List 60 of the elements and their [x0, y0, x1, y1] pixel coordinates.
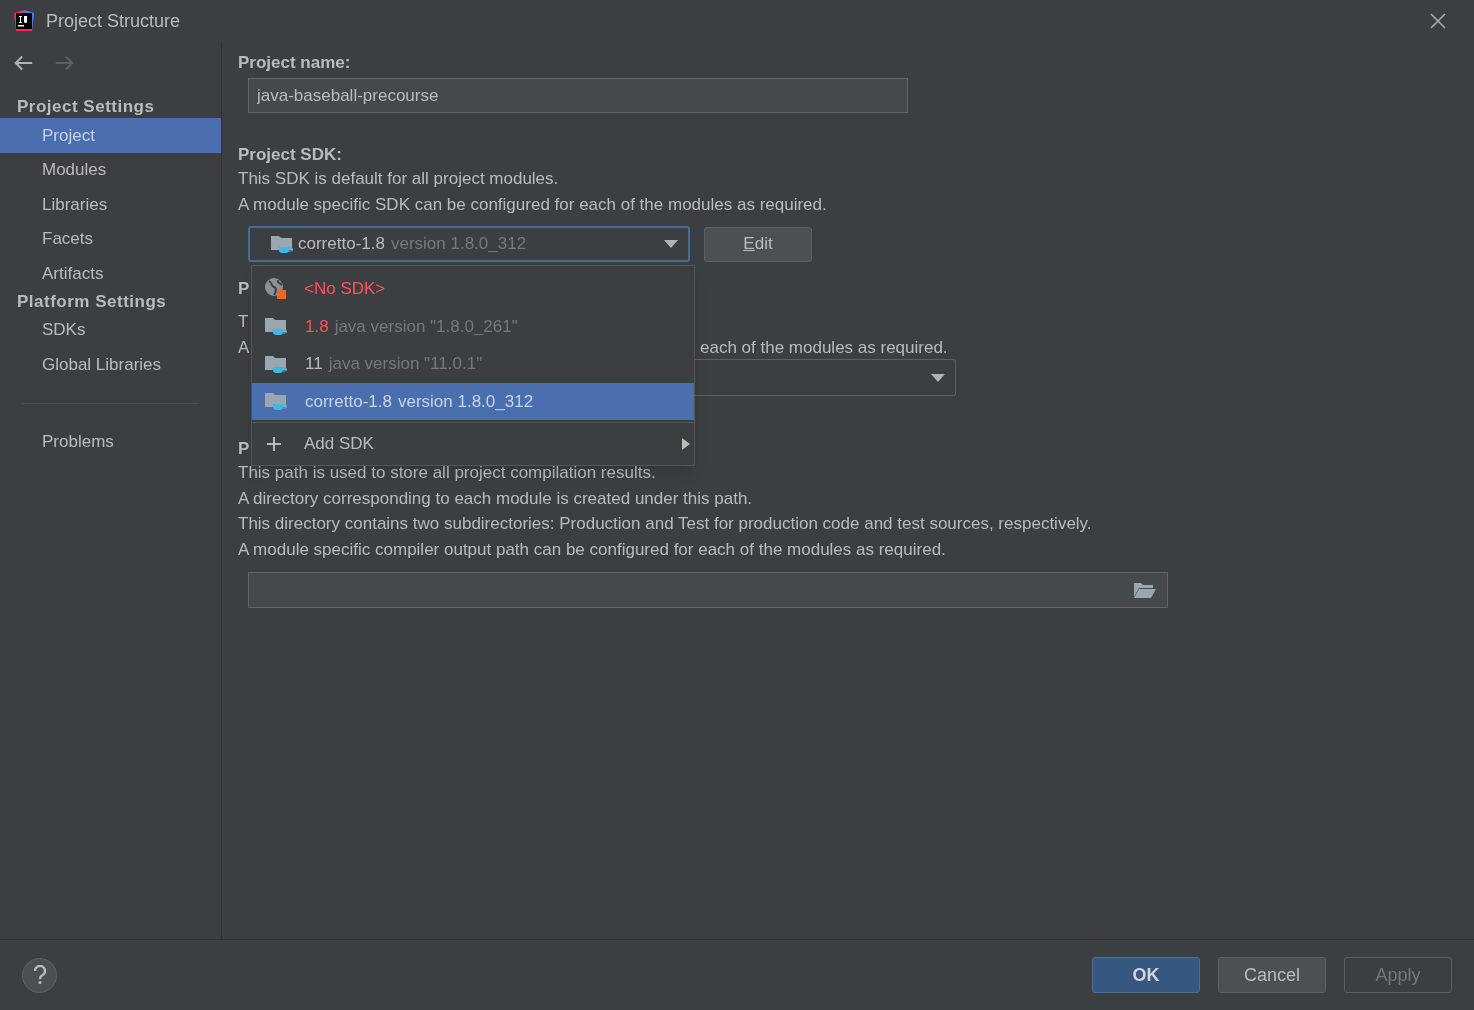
add-sdk-label: Add SDK — [304, 433, 374, 456]
add-sdk-item[interactable]: Add SDK — [252, 423, 694, 465]
caret-icon — [664, 240, 678, 248]
description-text: This SDK is default for all project modules. — [238, 168, 560, 190]
help-button[interactable] — [22, 957, 57, 993]
sdk-name: corretto-1.8 — [305, 390, 392, 413]
folder-icon — [1133, 581, 1157, 599]
field-label: P — [238, 278, 250, 300]
field-label: Project SDK: — [238, 144, 343, 166]
edit-button[interactable]: Edit — [704, 226, 812, 262]
close-button[interactable] — [1428, 11, 1448, 31]
sdk-dropdown[interactable]: corretto-1.8 version 1.8.0_312 — [248, 226, 690, 262]
description-text: A — [238, 337, 250, 359]
sdk-option[interactable]: corretto-1.8 version 1.8.0_312 — [252, 382, 694, 420]
sidebar-item[interactable]: Global Libraries — [0, 347, 221, 382]
project-name-field[interactable]: java-baseball-precourse — [248, 78, 908, 113]
back-arrow-icon — [13, 53, 35, 73]
sidebar-item[interactable]: Artifacts — [0, 256, 221, 291]
sdk-option[interactable]: <No SDK> — [252, 270, 694, 308]
description-text: each of the modules as required. — [700, 337, 948, 359]
forward-arrow-icon — [53, 53, 75, 73]
sdk-name: 11 — [305, 353, 323, 375]
window-title: Project Structure — [46, 9, 181, 33]
sdk-version: java version "1.8.0_261" — [334, 315, 518, 338]
folder-cup-icon — [270, 233, 294, 255]
close-icon — [1430, 13, 1446, 29]
section-heading: Project Settings — [16, 96, 156, 118]
sdk-version: version 1.8.0_312 — [397, 390, 534, 413]
sdk-version: version 1.8.0_312 — [390, 233, 527, 256]
field-label: P — [238, 438, 250, 460]
description-text: A module specific compiler output path can be configured for each of the modules as required. — [238, 538, 947, 561]
sidebar-item[interactable]: Project — [0, 118, 221, 153]
sdk-name: 1.8 — [305, 315, 329, 338]
sdk-name: corretto-1.8 — [298, 233, 385, 256]
caret-icon — [931, 373, 945, 382]
description-text: This directory contains two subdirectories: Production and Test for production code and test sources, respectively. — [238, 513, 1093, 535]
description-text: This path is used to store all project compilation results. — [238, 462, 657, 484]
sidebar-item[interactable]: SDKs — [0, 312, 221, 347]
globe-warning-icon — [264, 276, 288, 301]
dialog-button[interactable]: OK — [1092, 957, 1200, 993]
sdk-version: java version "11.0.1" — [328, 353, 483, 375]
no-sdk-label: <No SDK> — [304, 278, 386, 300]
section-heading: Platform Settings — [16, 290, 168, 313]
description-text: T — [238, 311, 250, 333]
dialog-button[interactable]: Cancel — [1218, 957, 1326, 993]
description-text: A directory corresponding to each module is created under this path. — [238, 487, 754, 510]
sidebar-item[interactable]: Problems — [0, 424, 221, 459]
folder-cup-icon — [264, 390, 288, 413]
sdk-option[interactable]: 1.8 java version "1.8.0_261" — [252, 307, 694, 345]
help-icon — [32, 965, 47, 985]
sidebar-item[interactable]: Facets — [0, 221, 221, 256]
app-logo-icon — [12, 9, 36, 33]
sdk-option[interactable]: 11 java version "11.0.1" — [252, 345, 694, 383]
folder-cup-icon — [264, 315, 288, 338]
field-label: Project name: — [238, 52, 352, 74]
sidebar-item[interactable]: Libraries — [0, 187, 221, 222]
compiler-output-field[interactable] — [248, 572, 1168, 608]
sidebar-item[interactable]: Modules — [0, 152, 221, 187]
plus-icon — [266, 436, 282, 452]
description-text: A module specific SDK can be configured for each of the modules as required. — [238, 194, 828, 216]
